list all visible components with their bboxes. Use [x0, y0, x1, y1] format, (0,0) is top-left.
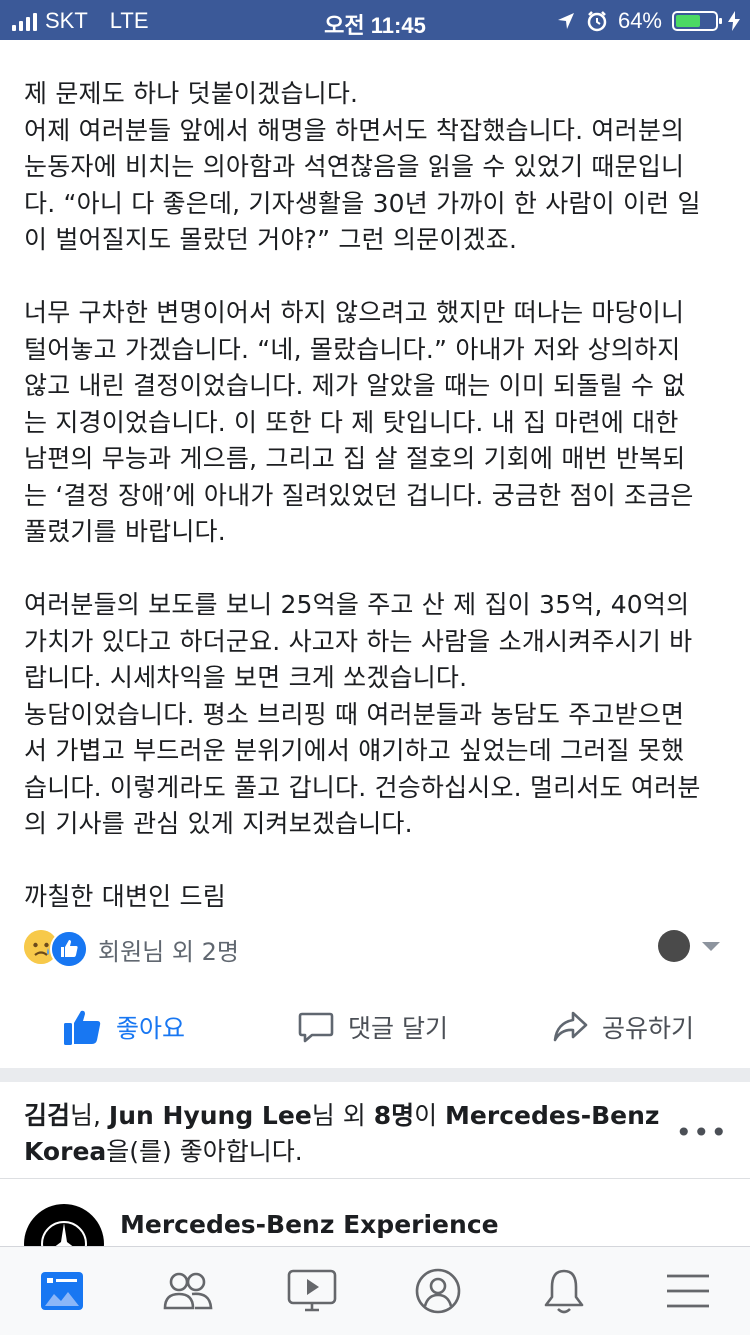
post-line: 랍니다. 시세차익을 보면 크게 쏘겠습니다.	[24, 663, 468, 692]
share-label: 공유하기	[602, 1014, 695, 1043]
chevron-down-icon[interactable]	[702, 942, 720, 951]
share-button[interactable]: 공유하기	[552, 990, 694, 1064]
friend-link[interactable]: Jun Hyung Lee	[109, 1101, 312, 1130]
post-line: 는 ‘결정 장애’에 아내가 질려있었던 겁니다. 궁금한 점이 조금은	[24, 480, 694, 510]
battery-percent: 64%	[617, 8, 662, 33]
tab-profile[interactable]	[410, 1265, 466, 1317]
post-line: 서 가볍고 부드러운 분위기에서 얘기하고 싶었는데 그러질 못했	[24, 736, 685, 765]
others-link[interactable]: 8명	[374, 1101, 414, 1130]
post-line: 까칠한 대변인 드림	[24, 882, 226, 911]
thumbs-up-icon	[64, 1010, 101, 1045]
post-line: 농담이었습니다. 평소 브리핑 때 여러분들과 농담도 주고받으면	[24, 699, 685, 729]
bell-icon	[544, 1269, 584, 1314]
post-line: 어제 여러분들 앞에서 해명을 하면서도 착잡했습니다. 여러분의	[24, 115, 685, 145]
friend-link[interactable]: 김검	[24, 1101, 70, 1130]
comment-label: 댓글 달기	[348, 1014, 448, 1043]
post-line: 제 문제도 하나 덧붙이겠습니다.	[24, 79, 359, 108]
alarm-icon	[587, 11, 607, 32]
post-body: 제 문제도 하나 덧붙이겠습니다. 어제 여러분들 앞에서 해명을 하면서도 착잡…	[24, 76, 724, 916]
story-text: 님,	[70, 1101, 109, 1130]
post-line: 남편의 무능과 게으름, 그리고 집 살 절호의 기회에 매번 반복되	[24, 444, 686, 473]
tab-menu[interactable]	[660, 1265, 716, 1317]
story-text: 이	[414, 1101, 446, 1130]
story-header: 김검님, Jun Hyung Lee님 외 8명이 Mercedes-Benz K…	[24, 1098, 684, 1170]
post-actions: 좋아요 댓글 달기 공유하기	[0, 990, 750, 1064]
post-line: 너무 구차한 변명이어서 하지 않으려고 했지만 떠나는 마당이니	[24, 298, 685, 327]
profile-icon	[415, 1268, 461, 1314]
tab-notifications[interactable]	[536, 1265, 592, 1317]
friends-icon	[163, 1272, 213, 1310]
reaction-count[interactable]: 회원님 외 2명	[98, 932, 239, 967]
bottom-tab-bar	[0, 1246, 750, 1335]
post-line: 가치가 있다고 하더군요. 사고자 하는 사람을 소개시켜주시기 바	[24, 626, 693, 656]
post-line: 의 기사를 관심 있게 지켜보겠습니다.	[24, 809, 413, 838]
post-line: 않고 내린 결정이었습니다. 제가 알았을 때는 이미 되돌릴 수 없	[24, 371, 686, 400]
more-options-button[interactable]: •••	[675, 1116, 728, 1149]
comment-icon	[298, 1012, 334, 1043]
post-line: 눈동자에 비치는 의아함과 석연찮음을 읽을 수 있었기 때문입니	[24, 152, 685, 181]
like-reaction-icon	[50, 930, 88, 968]
hamburger-menu-icon	[667, 1274, 709, 1308]
post-line: 털어놓고 가겠습니다. “네, 몰랐습니다.” 아내가 저와 상의하지	[24, 334, 681, 364]
reaction-summary[interactable]: 회원님 외 2명	[24, 928, 724, 968]
news-feed-icon	[41, 1272, 83, 1310]
story-text: 을(를) 좋아합니다.	[106, 1137, 303, 1166]
tab-news-feed[interactable]	[34, 1265, 90, 1317]
page-name[interactable]: Mercedes-Benz Experience	[120, 1210, 499, 1239]
story-text: 님 외	[311, 1101, 374, 1130]
comment-button[interactable]: 댓글 달기	[298, 990, 448, 1064]
status-right: 64%	[556, 8, 740, 34]
location-arrow-icon	[557, 13, 574, 29]
page-link[interactable]: Korea	[24, 1137, 106, 1166]
post-line: 습니다. 이렇게라도 풀고 갑니다. 건승하십시오. 멀리서도 여러분	[24, 772, 701, 802]
viewer-avatar[interactable]	[658, 930, 690, 962]
post-line: 이 벌어질지도 몰랐던 거야?” 그런 의문이겠죠.	[24, 225, 518, 254]
post-line: 는 지경이었습니다. 이 또한 다 제 탓입니다. 내 집 마련에 대한	[24, 407, 679, 437]
charging-bolt-icon	[728, 11, 740, 31]
post-line: 풀렸기를 바랍니다.	[24, 517, 226, 546]
watch-video-icon	[287, 1269, 337, 1312]
battery-icon	[672, 11, 722, 31]
like-button[interactable]: 좋아요	[64, 990, 185, 1064]
page-link[interactable]: Mercedes-Benz	[445, 1101, 659, 1130]
battery-fill	[676, 15, 701, 27]
feed-separator	[0, 1068, 750, 1082]
like-label: 좋아요	[116, 1014, 186, 1043]
post-line: 여러분들의 보도를 보니 25억을 주고 산 제 집이 35억, 40억의	[24, 590, 690, 619]
tab-friends[interactable]	[160, 1265, 216, 1317]
share-icon	[553, 1011, 588, 1042]
divider	[0, 1178, 750, 1179]
tab-watch[interactable]	[284, 1265, 340, 1317]
post-line: 다. “아니 다 좋은데, 기자생활을 30년 가까이 한 사람이 이런 일	[24, 188, 701, 218]
status-bar: SKT LTE 오전 11:45 64%	[0, 0, 750, 40]
